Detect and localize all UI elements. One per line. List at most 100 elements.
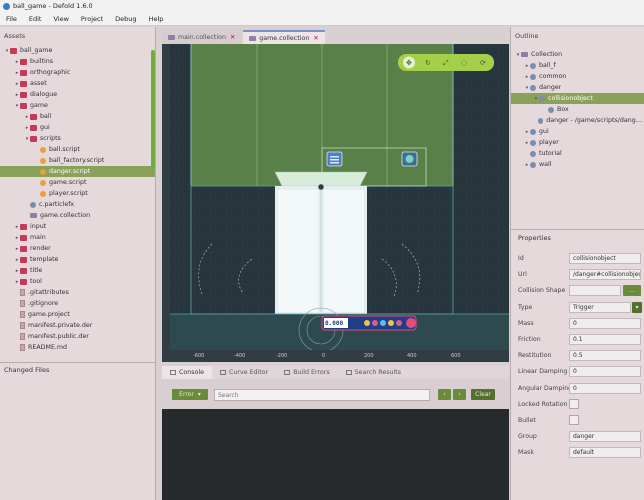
prop-checkbox[interactable] — [569, 398, 579, 409]
prop-field[interactable]: danger — [569, 431, 641, 443]
chevron-down-icon[interactable]: ▾ — [632, 301, 642, 313]
tab-label: Curve Editor — [229, 369, 269, 376]
outline-label: wall — [539, 161, 552, 168]
console-output[interactable] — [162, 409, 509, 500]
next-match-button[interactable]: › — [453, 389, 466, 400]
asset-item[interactable]: ▾ ball_game — [0, 45, 155, 56]
folder-icon — [20, 91, 27, 98]
asset-item[interactable]: ▸ title — [0, 265, 155, 276]
asset-item[interactable]: danger.script — [0, 166, 155, 177]
prop-field[interactable]: 0 — [569, 382, 641, 394]
defold-logo-icon — [3, 2, 10, 10]
outline-item[interactable]: ▸ ball_f — [511, 60, 644, 71]
title-bar: ball_game - Defold 1.6.0 — [0, 0, 644, 12]
prop-field[interactable]: 0 — [569, 366, 641, 378]
asset-item[interactable]: ▸ ball — [0, 111, 155, 122]
menu-edit[interactable]: Edit — [29, 15, 42, 23]
asset-item[interactable]: ▸ builtins — [0, 56, 155, 67]
asset-item[interactable]: ▸ orthographic — [0, 67, 155, 78]
asset-item[interactable]: manifest.public.der — [0, 331, 155, 342]
ruler-label: 400 — [407, 353, 417, 359]
scene-viewport[interactable]: ✥ ↻ ⤢ ◌ ⟳ 0.000 — [162, 44, 509, 362]
asset-item[interactable]: .gitattributes — [0, 287, 155, 298]
asset-item[interactable]: ▸ asset — [0, 78, 155, 89]
prop-field[interactable]: 0 — [569, 317, 641, 329]
asset-item[interactable]: game.project — [0, 309, 155, 320]
asset-item[interactable]: ▸ main — [0, 232, 155, 243]
tab-label: Build Errors — [293, 369, 330, 376]
outline-item[interactable]: ▸ player — [511, 137, 644, 148]
svg-text:↻: ↻ — [425, 59, 431, 67]
collection-icon — [249, 35, 257, 41]
script-icon — [40, 168, 46, 175]
close-icon[interactable]: ✕ — [230, 34, 235, 41]
asset-item[interactable]: ▸ input — [0, 221, 155, 232]
asset-item[interactable]: ▸ gui — [0, 122, 155, 133]
asset-label: orthographic — [30, 69, 71, 76]
errors-icon — [284, 370, 291, 375]
asset-item[interactable]: player.script — [0, 188, 155, 199]
menu-debug[interactable]: Debug — [115, 15, 136, 23]
outline-item[interactable]: ▸ wall — [511, 159, 644, 170]
prop-label: Angular Damping — [518, 384, 573, 392]
log-filter-dropdown[interactable]: Error ▾ — [172, 389, 208, 400]
asset-item[interactable]: ▸ dialogue — [0, 89, 155, 100]
tab-game-collection[interactable]: game.collection ✕ — [243, 30, 325, 44]
asset-item[interactable]: c.particlefx — [0, 199, 155, 210]
prop-label: Locked Rotation — [518, 400, 568, 408]
prop-label: Bullet — [518, 417, 536, 424]
prop-field[interactable]: /danger#collisionobject — [569, 269, 641, 281]
asset-item[interactable]: ▸ render — [0, 243, 155, 254]
menu-help[interactable]: Help — [149, 15, 164, 23]
scene-canvas[interactable]: ✥ ↻ ⤢ ◌ ⟳ — [162, 44, 509, 362]
tab-label: game.collection — [259, 34, 310, 42]
tab-console[interactable]: Console — [162, 366, 212, 379]
outline-item[interactable]: ▸ gui — [511, 126, 644, 137]
prop-label: Collision Shape — [518, 287, 566, 295]
outline-item[interactable]: danger - /game/scripts/danger.script — [511, 115, 644, 126]
outline-item[interactable]: ▸ common — [511, 71, 644, 82]
asset-label: ball — [40, 113, 52, 120]
menu-view[interactable]: View — [53, 15, 68, 23]
outline-item[interactable]: ▾ danger — [511, 82, 644, 93]
menu-file[interactable]: File — [6, 15, 17, 23]
tab-main-collection[interactable]: main.collection ✕ — [162, 30, 242, 44]
prop-field[interactable]: default — [569, 447, 641, 459]
prop-field[interactable]: 0.1 — [569, 334, 641, 345]
asset-item[interactable]: ball.script — [0, 144, 155, 155]
ruler-bottom: -600 -400 -200 0 200 400 600 — [162, 350, 509, 362]
clear-button[interactable]: Clear — [471, 389, 495, 400]
asset-item[interactable]: ▾ scripts — [0, 133, 155, 144]
close-icon[interactable]: ✕ — [313, 35, 318, 42]
outline-item[interactable]: ▾ collisionobject — [511, 93, 644, 104]
asset-item[interactable]: game.script — [0, 177, 155, 188]
tab-search-results[interactable]: Search Results — [338, 366, 409, 379]
asset-item[interactable]: .gitignore — [0, 298, 155, 309]
outline-item[interactable]: tutorial — [511, 148, 644, 159]
asset-item[interactable]: ▸ tool — [0, 276, 155, 287]
ruler-label: -400 — [234, 353, 246, 359]
asset-item[interactable]: ▾ game — [0, 100, 155, 111]
prop-field[interactable] — [569, 285, 621, 297]
prop-field[interactable]: Trigger — [569, 301, 631, 313]
bottom-tabs: Console Curve Editor Build Errors Search… — [162, 366, 509, 379]
browse-button[interactable]: … — [623, 285, 641, 297]
prev-match-button[interactable]: ‹ — [438, 389, 451, 400]
panel-divider[interactable] — [0, 362, 156, 363]
asset-item[interactable]: ball_factory.script — [0, 155, 155, 166]
tab-build-errors[interactable]: Build Errors — [276, 366, 337, 379]
asset-item[interactable]: ▸ template — [0, 254, 155, 265]
tab-curve-editor[interactable]: Curve Editor — [212, 366, 276, 379]
outline-item[interactable]: Box — [511, 104, 644, 115]
prop-checkbox[interactable] — [569, 415, 579, 425]
prop-field[interactable]: 0.5 — [569, 350, 641, 362]
outline-item[interactable]: ▾ Collection — [511, 49, 644, 60]
panel-divider[interactable] — [510, 229, 644, 230]
menu-project[interactable]: Project — [81, 15, 103, 23]
asset-item[interactable]: manifest.private.der — [0, 320, 155, 331]
console-search-input[interactable] — [214, 389, 430, 401]
asset-item[interactable]: README.md — [0, 342, 155, 353]
asset-item[interactable]: game.collection — [0, 210, 155, 221]
prop-field[interactable]: collisionobject — [569, 253, 641, 264]
assets-scrollbar[interactable] — [151, 50, 155, 170]
